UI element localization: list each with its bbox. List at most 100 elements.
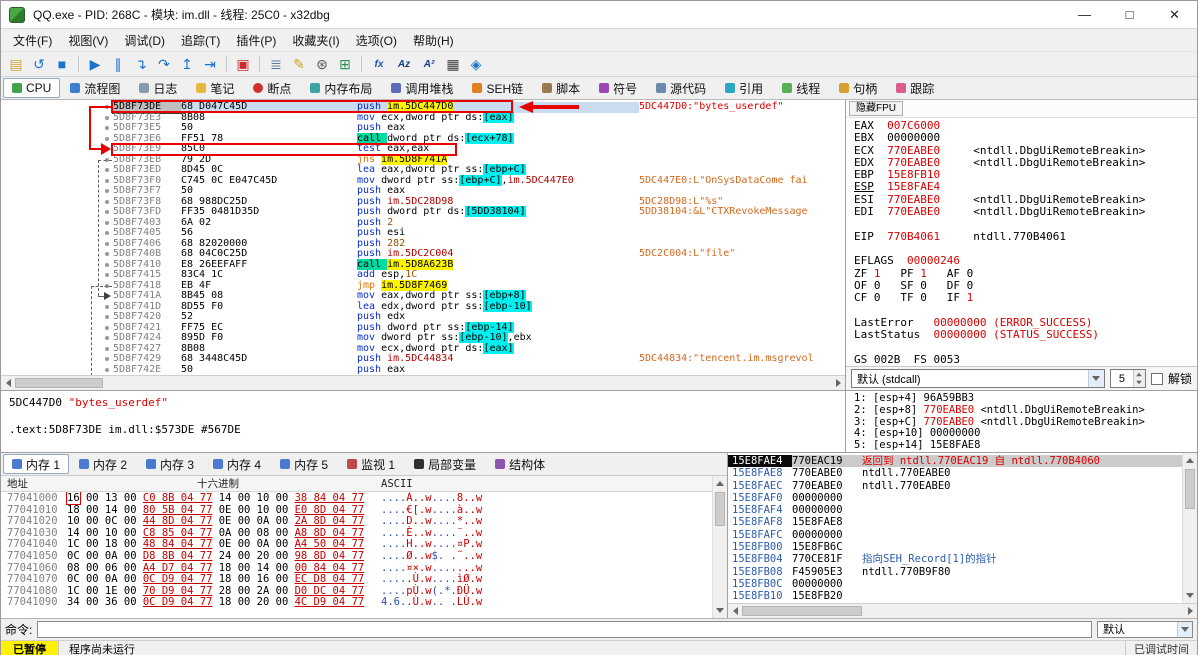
register-line[interactable]: EIP 770B4061 ntdll.770B4061 <box>854 230 1197 243</box>
tab-call-stack[interactable]: 调用堆栈 <box>382 78 462 98</box>
maximize-button[interactable]: □ <box>1107 1 1152 28</box>
menu-trace[interactable]: 追踪(T) <box>173 30 228 51</box>
breakpoint-gutter[interactable] <box>1 249 113 260</box>
scroll-down-icon[interactable] <box>713 603 727 618</box>
breakpoint-gutter[interactable] <box>1 239 113 250</box>
debug-monitor-icon[interactable]: ▣ <box>232 53 254 75</box>
tab-memory-2[interactable]: 内存 2 <box>70 454 136 474</box>
pause-icon[interactable]: ∥ <box>107 53 129 75</box>
unlock-checkbox[interactable] <box>1150 372 1163 385</box>
tab-memory-map[interactable]: 内存布局 <box>301 78 381 98</box>
stack-row[interactable]: 15E8FB0C 00000000 <box>728 578 1182 590</box>
breakpoint-gutter[interactable] <box>1 312 113 323</box>
disasm-row[interactable]: 5D8F7415 83C4 1C add esp,1C <box>1 269 845 281</box>
tab-trace[interactable]: 跟踪 <box>887 78 943 98</box>
breakpoint-gutter[interactable] <box>1 302 113 313</box>
disasm-row[interactable]: 5D8F742E 50 push eax <box>1 364 845 376</box>
tab-memory-4[interactable]: 内存 4 <box>204 454 270 474</box>
stack-row[interactable]: 15E8FB00 15E8FB6C <box>728 541 1182 553</box>
breakpoint-gutter[interactable] <box>1 197 113 208</box>
menu-file[interactable]: 文件(F) <box>5 30 60 51</box>
stack-vertical-scrollbar[interactable] <box>1182 453 1197 603</box>
disassembly-view[interactable]: 5D8F73DE 68 D047C45D push im.5DC447D0 5D… <box>1 100 845 375</box>
display-window-icon[interactable]: ◈ <box>465 53 487 75</box>
breakpoint-gutter[interactable] <box>1 323 113 334</box>
menu-help[interactable]: 帮助(H) <box>405 30 462 51</box>
tab-watch-1[interactable]: 监视 1 <box>338 454 404 474</box>
breakpoint-gutter[interactable] <box>1 186 113 197</box>
command-mode-select[interactable]: 默认 <box>1097 620 1193 638</box>
breakpoint-gutter[interactable] <box>1 113 113 124</box>
scroll-left-icon[interactable] <box>1 376 15 390</box>
breakpoint-gutter[interactable] <box>1 344 113 355</box>
stack-row[interactable]: 15E8FAF0 00000000 <box>728 492 1182 504</box>
stack-row[interactable]: 15E8FAE8 770EABE0 ntdll.770EABE0 <box>728 467 1182 479</box>
step-over-icon[interactable]: ↷ <box>153 53 175 75</box>
toolbar-button[interactable] <box>361 56 362 72</box>
tab-struct[interactable]: 结构体 <box>486 454 554 474</box>
step-out-icon[interactable]: ↥ <box>176 53 198 75</box>
disasm-row[interactable]: 5D8F7405 56 push esi <box>1 227 845 239</box>
scroll-left-icon[interactable] <box>728 603 742 618</box>
argument-count-stepper[interactable]: 5 <box>1109 369 1146 388</box>
disasm-row[interactable]: 5D8F73E9 85C0 test eax,eax <box>1 143 845 155</box>
run-icon[interactable]: ▶ <box>84 53 106 75</box>
tab-threads[interactable]: 线程 <box>773 78 829 98</box>
stack-row[interactable]: 15E8FAF4 00000000 <box>728 504 1182 516</box>
stack-horizontal-scrollbar[interactable] <box>728 602 1197 618</box>
hide-fpu-button[interactable]: 隐藏FPU <box>849 101 903 116</box>
scroll-up-icon[interactable] <box>713 476 727 490</box>
breakpoint-gutter[interactable] <box>1 207 113 218</box>
run-to-cursor-icon[interactable]: ⇥ <box>199 53 221 75</box>
tab-memory-3[interactable]: 内存 3 <box>137 454 203 474</box>
settings-icon[interactable]: ⊛ <box>311 53 333 75</box>
breakpoint-gutter[interactable] <box>1 165 113 176</box>
chevron-down-icon[interactable] <box>1177 621 1192 637</box>
menu-options[interactable]: 选项(O) <box>348 30 405 51</box>
argument-row[interactable]: 5: [esp+14] 15E8FAE8 <box>854 439 1197 452</box>
breakpoint-gutter[interactable] <box>1 218 113 229</box>
highlight-icon[interactable]: A² <box>417 53 441 75</box>
font-icon[interactable]: Az <box>392 53 416 75</box>
breakpoint-gutter[interactable] <box>1 102 113 113</box>
stop-icon[interactable]: ■ <box>51 53 73 75</box>
open-file-icon[interactable]: ▤ <box>5 53 27 75</box>
tab-source[interactable]: 源代码 <box>647 78 715 98</box>
breakpoint-gutter[interactable] <box>1 155 113 166</box>
stack-row[interactable]: 15E8FB08 F45905E3 ntdll.770B9F80 <box>728 566 1182 578</box>
toolbar-button[interactable] <box>226 56 227 72</box>
shortcut-keyboard-icon[interactable]: ▦ <box>442 53 464 75</box>
toolbar-button[interactable] <box>259 56 260 72</box>
breakpoint-gutter[interactable] <box>1 333 113 344</box>
scroll-right-icon[interactable] <box>1183 603 1197 618</box>
breakpoint-gutter[interactable] <box>1 134 113 145</box>
log-icon[interactable]: ≣ <box>265 53 287 75</box>
minimize-button[interactable]: — <box>1062 1 1107 28</box>
disasm-row[interactable]: 5D8F73FD FF35 0481D35D push dword ptr ds… <box>1 206 845 218</box>
breakpoint-gutter[interactable] <box>1 123 113 134</box>
breakpoint-gutter[interactable] <box>1 365 113 376</box>
disasm-row[interactable]: 5D8F740B 68 04C0C25D push im.5DC2C004 5D… <box>1 248 845 260</box>
stack-row[interactable]: 15E8FB04 770CE81F 指向SEH_Record[1]的指针 <box>728 553 1182 565</box>
dump-row[interactable]: 77041090 34 00 36 00 0C D9 04 77 18 00 2… <box>1 597 712 609</box>
tab-notes[interactable]: 笔记 <box>187 78 243 98</box>
tab-memory-1[interactable]: 内存 1 <box>3 454 70 474</box>
tab-seh[interactable]: SEH链 <box>463 78 532 98</box>
breakpoint-gutter[interactable] <box>1 270 113 281</box>
stack-row[interactable]: 15E8FAF8 15E8FAE8 <box>728 516 1182 528</box>
tab-memory-5[interactable]: 内存 5 <box>271 454 337 474</box>
close-button[interactable]: ✕ <box>1152 1 1197 28</box>
toolbar-button[interactable] <box>78 56 79 72</box>
restart-icon[interactable]: ↺ <box>28 53 50 75</box>
breakpoint-gutter[interactable] <box>1 228 113 239</box>
scroll-right-icon[interactable] <box>831 376 845 390</box>
stack-rows[interactable]: 15E8FAE4 770EAC19 返回到 ntdll.770EAC19 自 n… <box>728 453 1182 603</box>
menu-plugins[interactable]: 插件(P) <box>228 30 284 51</box>
tab-cpu[interactable]: CPU <box>3 78 61 98</box>
breakpoint-gutter[interactable] <box>1 260 113 271</box>
stack-row[interactable]: 15E8FB10 15E8FB20 <box>728 590 1182 602</box>
chevron-down-icon[interactable] <box>1087 370 1104 387</box>
stack-row[interactable]: 15E8FAFC 00000000 <box>728 529 1182 541</box>
breakpoint-gutter[interactable] <box>1 281 113 292</box>
scroll-down-icon[interactable] <box>1183 588 1197 603</box>
